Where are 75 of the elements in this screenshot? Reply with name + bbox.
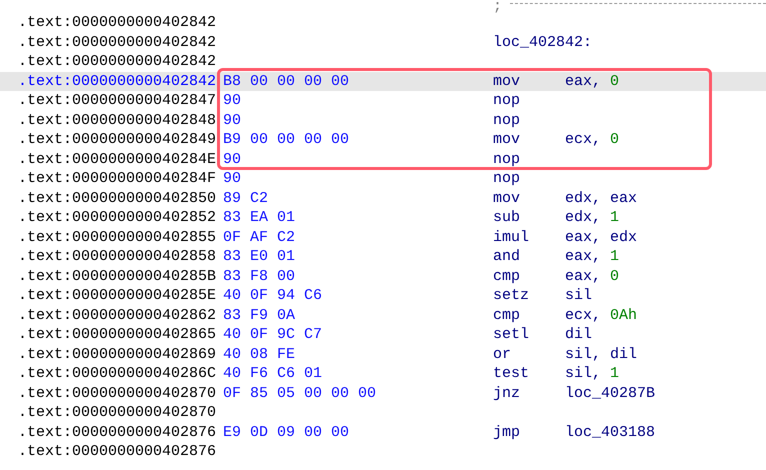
address-text: .text:0000000000402865	[18, 325, 218, 344]
operand-text: edx, 1	[565, 208, 620, 228]
address-text: .text:0000000000402850	[18, 188, 218, 208]
opcode-bytes: 90	[223, 110, 242, 130]
address-text: .text:0000000000402855	[18, 228, 218, 247]
opcode-bytes: 40 0F 9C C7	[223, 325, 324, 344]
address-text: .text:0000000000402870	[18, 384, 218, 403]
address-text: .text:0000000000402870	[18, 403, 218, 422]
operand-text: eax, 1	[565, 247, 620, 266]
operand-text: ecx, 0	[565, 130, 620, 150]
address-text: .text:000000000040286C	[18, 364, 218, 384]
opcode-bytes: 40 08 FE	[223, 344, 296, 364]
opcode-bytes: 83 E0 01	[223, 247, 296, 266]
opcode-bytes: 90	[223, 150, 242, 169]
address-text: .text:000000000040284F	[18, 169, 218, 188]
mnemonic-text: or	[493, 344, 512, 364]
address-text: .text:0000000000402842	[18, 72, 218, 91]
opcode-bytes: 40 F6 C6 01	[223, 364, 324, 384]
opcode-bytes: 83 F9 0A	[223, 306, 296, 325]
operand-text: loc_40287B	[565, 384, 656, 403]
opcode-bytes: B8 00 00 00 00	[223, 72, 350, 91]
address-text: .text:0000000000402869	[18, 344, 218, 364]
address-text: .text:0000000000402842	[18, 13, 218, 32]
address-text: .text:0000000000402849	[18, 130, 218, 150]
operand-text: ecx, 0Ah	[565, 306, 638, 325]
operand-text: sil, 1	[565, 364, 620, 384]
address-text: .text:000000000040284E	[18, 150, 218, 169]
operand-text: eax, 0	[565, 266, 620, 286]
opcode-bytes: 89 C2	[223, 188, 270, 208]
mnemonic-text: imul	[493, 228, 530, 247]
mnemonic-text: nop	[493, 169, 522, 188]
address-text: .text:000000000040285E	[18, 286, 218, 306]
opcode-bytes: 40 0F 94 C6	[223, 286, 324, 306]
mnemonic-text: nop	[493, 91, 522, 110]
opcode-bytes: 0F 85 05 00 00 00	[223, 384, 378, 403]
opcode-bytes: 83 EA 01	[223, 208, 296, 228]
opcode-bytes: 90	[223, 169, 242, 188]
mnemonic-text: mov	[493, 72, 522, 91]
operand-text: loc_403188	[565, 422, 656, 442]
mnemonic-text: mov	[493, 188, 522, 208]
code-label: loc_402842:	[493, 32, 592, 52]
address-text: .text:0000000000402876	[18, 442, 218, 462]
address-text: .text:0000000000402876	[18, 422, 218, 442]
operand-text: eax, 0	[565, 72, 620, 91]
mnemonic-text: cmp	[493, 266, 522, 286]
operand-text: dil	[565, 325, 592, 344]
mnemonic-text: and	[493, 247, 522, 266]
mnemonic-text: sub	[493, 208, 522, 228]
address-text: .text:000000000040285B	[18, 266, 218, 286]
mnemonic-text: jmp	[493, 422, 522, 442]
address-text: .text:0000000000402848	[18, 110, 218, 130]
operand-text: eax, edx	[565, 228, 638, 247]
mnemonic-text: setl	[493, 325, 530, 344]
address-text: .text:0000000000402858	[18, 247, 218, 266]
address-text: .text:0000000000402847	[18, 91, 218, 110]
comment-text: ;	[493, 0, 502, 13]
mnemonic-text: jnz	[493, 384, 522, 403]
operand-text: sil	[565, 286, 592, 306]
mnemonic-text: nop	[493, 110, 522, 130]
address-text: .text:0000000000402852	[18, 208, 218, 228]
address-text: .text:0000000000402842	[18, 52, 218, 72]
opcode-bytes: B9 00 00 00 00	[223, 130, 350, 150]
mnemonic-text: mov	[493, 130, 522, 150]
mnemonic-text: setz	[493, 286, 530, 306]
operand-text: sil, dil	[565, 344, 638, 364]
opcode-bytes: E9 0D 09 00 00	[223, 422, 350, 442]
opcode-bytes: 83 F8 00	[223, 266, 296, 286]
mnemonic-text: nop	[493, 150, 522, 169]
address-text: .text:0000000000402862	[18, 306, 218, 325]
mnemonic-text: cmp	[493, 306, 522, 325]
address-text: .text:0000000000402842	[18, 32, 218, 52]
operand-text: edx, eax	[565, 188, 638, 208]
opcode-bytes: 0F AF C2	[223, 228, 296, 247]
opcode-bytes: 90	[223, 91, 242, 110]
mnemonic-text: test	[493, 364, 530, 384]
